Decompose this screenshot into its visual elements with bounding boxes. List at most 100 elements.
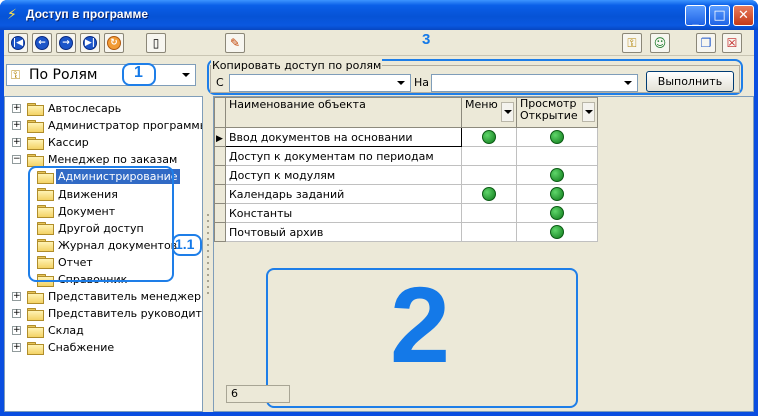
tree-item-label: Администратор программы: [48, 119, 203, 133]
filter-dropdown-icon[interactable]: [501, 102, 514, 122]
splitter-grip: [207, 214, 209, 294]
access-granted-icon: [550, 168, 564, 182]
chevron-down-icon[interactable]: [620, 76, 636, 90]
cell-object-name[interactable]: Константы: [225, 203, 462, 223]
cell-object-name[interactable]: Почтовый архив: [225, 222, 462, 242]
objects-grid: Наименование объекта Меню Просмотр Откры…: [214, 97, 598, 242]
users-button[interactable]: ☺: [650, 33, 670, 53]
copy-from-label: С: [216, 76, 224, 89]
access-granted-icon: [482, 130, 496, 144]
forward-button[interactable]: →: [56, 33, 76, 53]
cell-object-name[interactable]: Календарь заданий: [225, 184, 462, 204]
expand-icon[interactable]: +: [12, 138, 21, 148]
cell-view[interactable]: [516, 127, 598, 147]
cell-object-name[interactable]: Доступ к модулям: [225, 165, 462, 185]
row-count-field: 6: [226, 385, 290, 403]
column-header-view[interactable]: Просмотр Открытие: [516, 97, 598, 128]
copy-access-legend: Копировать доступ по ролям: [211, 59, 383, 72]
collapse-icon[interactable]: −: [12, 155, 21, 165]
minimize-button[interactable]: _: [685, 5, 706, 27]
cell-menu[interactable]: [461, 222, 517, 242]
table-row[interactable]: Доступ к документам по периодам: [214, 146, 598, 166]
close-icon: ✕: [738, 8, 749, 23]
copy-from-select[interactable]: [229, 74, 411, 92]
tree-item[interactable]: + Представитель руководитель: [12, 305, 202, 322]
folder-icon: [27, 324, 44, 338]
keys-button[interactable]: ⚿: [622, 33, 642, 53]
last-record-button[interactable]: ▶|: [80, 33, 100, 53]
tree-item[interactable]: + Снабжение: [12, 339, 116, 356]
column-header-view-label: Просмотр Открытие: [520, 97, 578, 122]
annotation-box-1-1: [28, 166, 174, 282]
cell-view[interactable]: [516, 146, 598, 166]
annotation-label-1-1: 1.1: [175, 236, 195, 252]
filter-dropdown-icon[interactable]: [582, 102, 595, 122]
expand-icon[interactable]: +: [12, 104, 21, 113]
folder-icon: [27, 290, 44, 304]
tree-item[interactable]: + Автослесарь: [12, 100, 123, 117]
annotation-label-3: 3: [422, 31, 431, 48]
new-document-button[interactable]: ▯: [146, 33, 166, 53]
expand-icon[interactable]: +: [12, 121, 21, 131]
table-row[interactable]: Константы: [214, 203, 598, 223]
close-window-button[interactable]: ☒: [722, 33, 742, 53]
folder-icon: [27, 307, 44, 321]
close-button[interactable]: ✕: [733, 5, 754, 26]
table-row[interactable]: Календарь заданий: [214, 184, 598, 204]
table-row[interactable]: Почтовый архив: [214, 222, 598, 242]
copy-to-select[interactable]: [431, 74, 638, 92]
cell-menu[interactable]: [461, 184, 517, 204]
cell-menu[interactable]: [461, 146, 517, 166]
tree-item-label: Склад: [48, 324, 84, 338]
row-selector[interactable]: ▶: [214, 127, 226, 147]
maximize-button[interactable]: □: [709, 5, 730, 26]
tree-item[interactable]: + Склад: [12, 322, 86, 339]
chevron-down-icon[interactable]: [393, 76, 409, 90]
splitter[interactable]: [204, 96, 212, 412]
execute-button-label: Выполнить: [657, 75, 723, 88]
tree-item[interactable]: + Администратор программы: [12, 117, 203, 134]
row-selector[interactable]: [214, 165, 226, 185]
row-selector[interactable]: [214, 203, 226, 223]
row-selector[interactable]: [214, 146, 226, 166]
access-granted-icon: [550, 206, 564, 220]
keys-icon: ⚿: [627, 36, 637, 50]
annotation-label-1: 1: [134, 64, 143, 81]
client-area: |◀ ← → ▶| ↻ ▯ ✎ 3 ⚿ ☺ ❐ ☒ ⚿ По Ролям 1 К…: [4, 30, 754, 412]
expand-icon[interactable]: +: [12, 292, 21, 302]
edit-button[interactable]: ✎: [225, 33, 245, 53]
expand-icon[interactable]: +: [12, 309, 21, 319]
cell-view[interactable]: [516, 184, 598, 204]
tree-item[interactable]: + Кассир: [12, 134, 91, 151]
cell-menu[interactable]: [461, 127, 517, 147]
cell-view[interactable]: [516, 222, 598, 242]
role-select[interactable]: ⚿ По Ролям: [6, 64, 196, 86]
expand-icon[interactable]: +: [12, 343, 21, 353]
cell-menu[interactable]: [461, 203, 517, 223]
folder-icon: [27, 153, 44, 167]
row-count-value: 6: [231, 387, 238, 400]
back-button[interactable]: ←: [32, 33, 52, 53]
first-record-button[interactable]: |◀: [8, 33, 28, 53]
tree-item[interactable]: + Представитель менеджер: [12, 288, 202, 305]
cell-object-name[interactable]: Ввод документов на основании: [225, 127, 462, 147]
column-header-menu[interactable]: Меню: [461, 97, 517, 128]
execute-button[interactable]: Выполнить: [646, 71, 734, 92]
cell-object-name[interactable]: Доступ к документам по периодам: [225, 146, 462, 166]
toolbar: |◀ ← → ▶| ↻ ▯ ✎ 3 ⚿ ☺ ❐ ☒: [4, 30, 754, 56]
expand-icon[interactable]: +: [12, 326, 21, 336]
folder-icon: [27, 341, 44, 355]
table-row[interactable]: Доступ к модулям: [214, 165, 598, 185]
row-selector[interactable]: [214, 222, 226, 242]
forward-icon: →: [59, 36, 73, 50]
refresh-button[interactable]: ↻: [104, 33, 124, 53]
cell-view[interactable]: [516, 165, 598, 185]
table-row[interactable]: ▶ Ввод документов на основании: [214, 127, 598, 147]
row-selector[interactable]: [214, 184, 226, 204]
cell-view[interactable]: [516, 203, 598, 223]
cell-menu[interactable]: [461, 165, 517, 185]
copy-window-button[interactable]: ❐: [696, 33, 716, 53]
chevron-down-icon[interactable]: [178, 66, 194, 84]
first-icon: |◀: [11, 36, 25, 50]
column-header-name[interactable]: Наименование объекта: [225, 97, 462, 128]
